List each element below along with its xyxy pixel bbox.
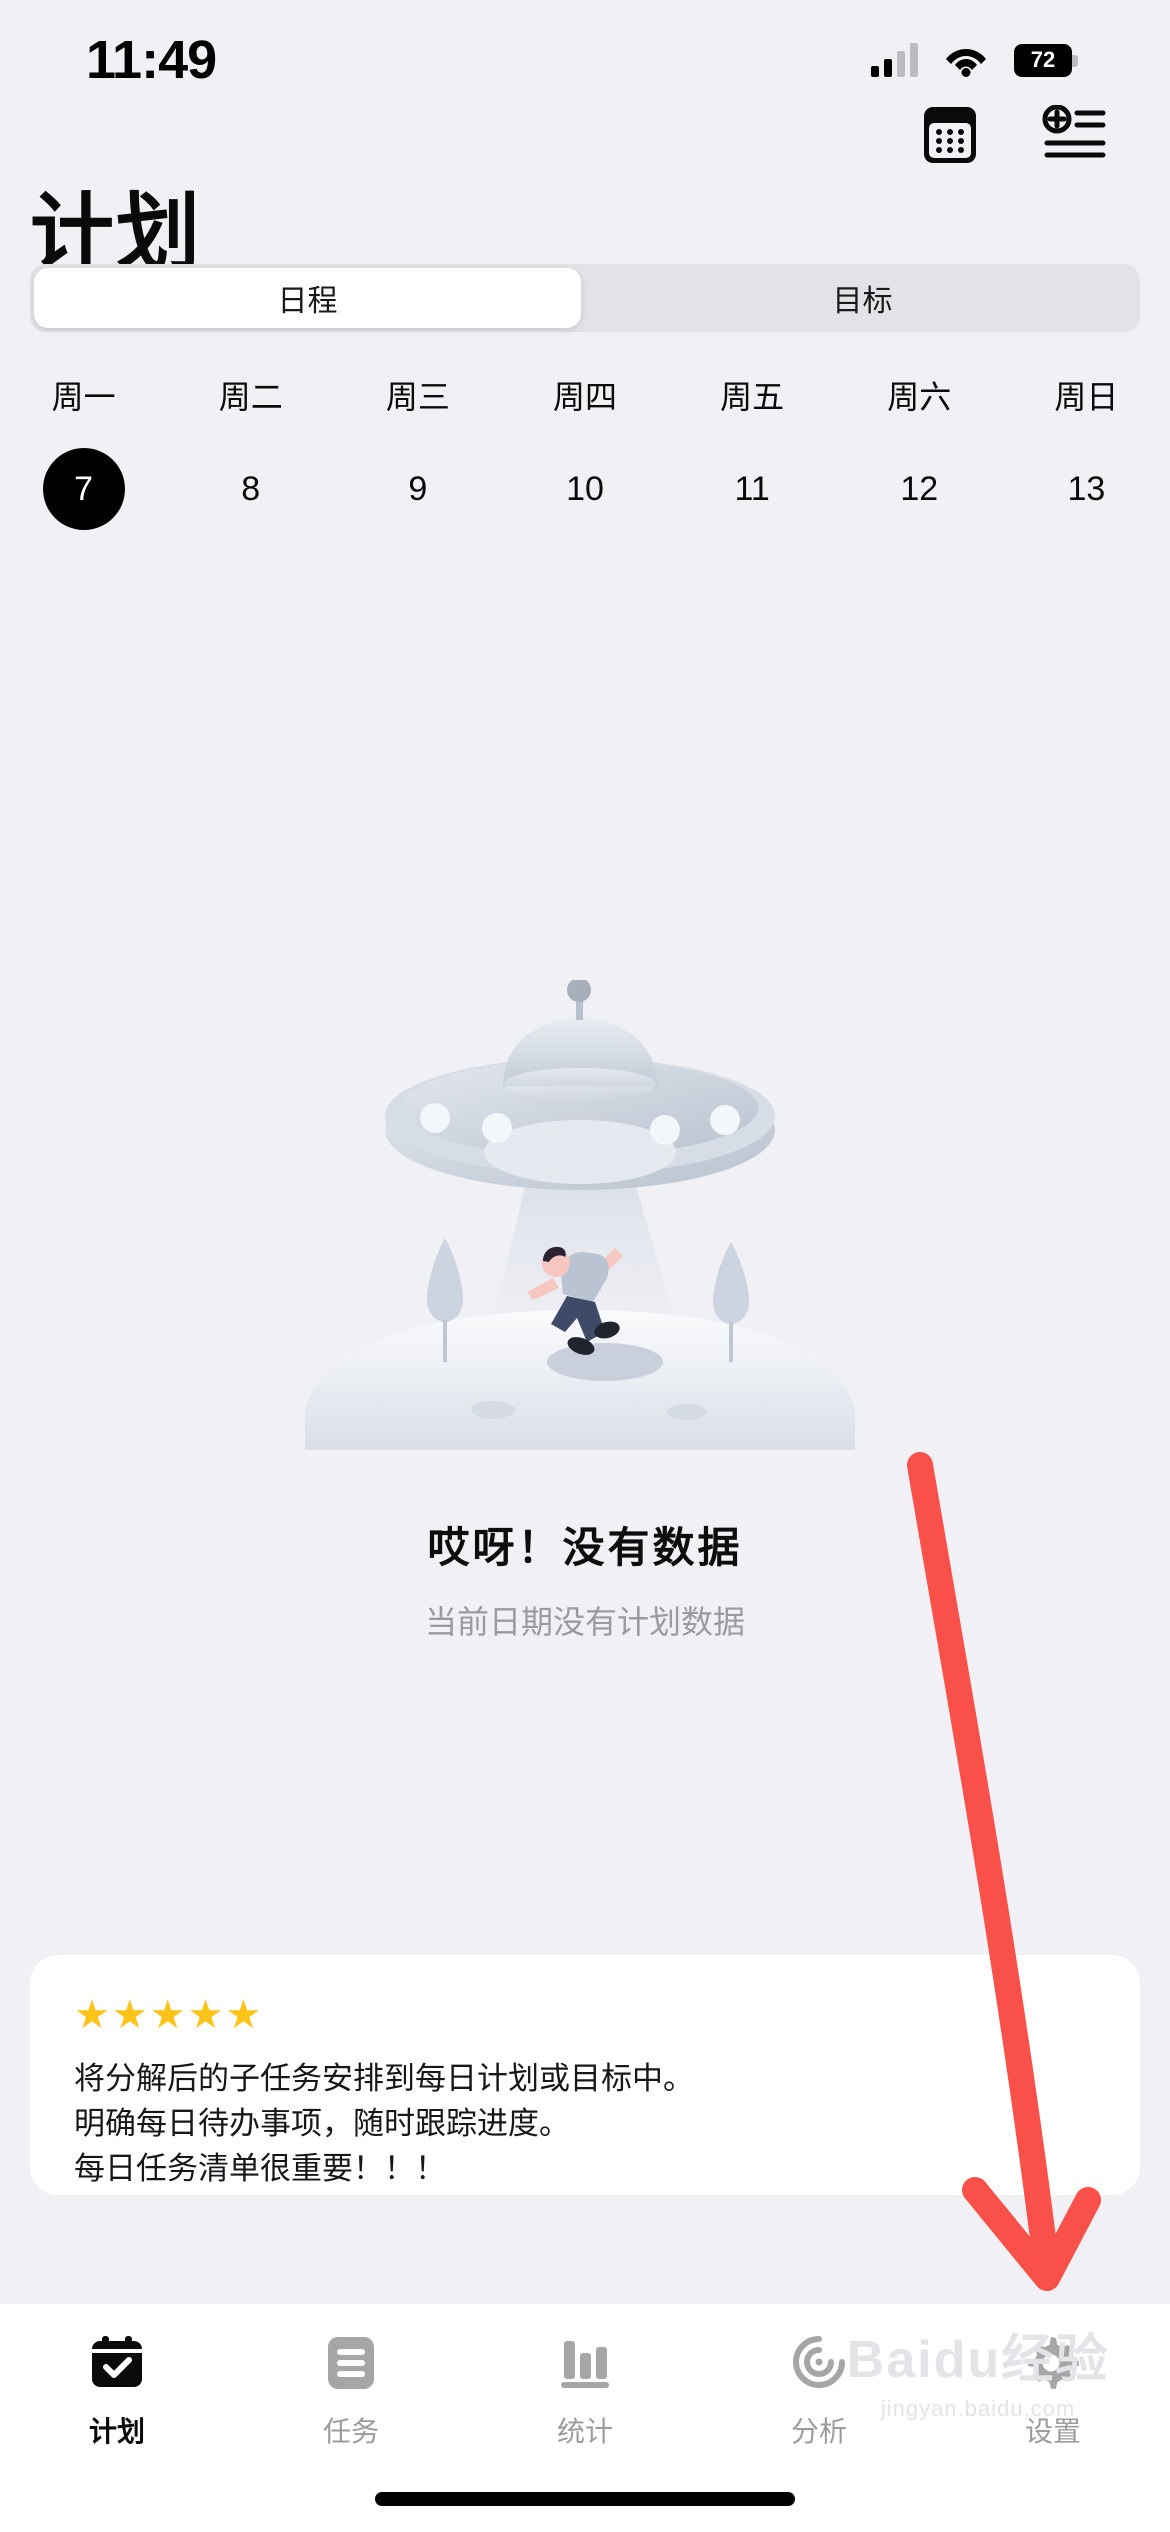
day-name: 周五 <box>720 379 785 415</box>
bar-chart-icon <box>556 2332 614 2394</box>
day-number: 12 <box>900 469 939 508</box>
tab-settings[interactable]: 设置 <box>936 2332 1170 2532</box>
day-cell-sunday[interactable]: 周日 13 <box>1003 372 1170 530</box>
calendar-icon[interactable] <box>916 100 984 168</box>
day-cell-wednesday[interactable]: 周三 9 <box>334 372 501 530</box>
list-document-icon <box>322 2332 380 2394</box>
day-cell-thursday[interactable]: 周四 10 <box>501 372 668 530</box>
day-cell-friday[interactable]: 周五 11 <box>669 372 836 530</box>
tab-label: 分析 <box>790 2416 847 2447</box>
day-name: 周三 <box>385 379 450 415</box>
day-number: 9 <box>408 469 428 508</box>
add-list-icon[interactable] <box>1040 100 1108 168</box>
empty-state-subtitle: 当前日期没有计划数据 <box>424 1604 745 1640</box>
day-cell-monday[interactable]: 周一 7 <box>0 372 167 530</box>
star-icon: ★ <box>187 1993 224 2037</box>
day-number: 10 <box>566 469 604 508</box>
star-icon: ★ <box>74 1993 110 2037</box>
star-icon: ★ <box>225 1993 262 2037</box>
ufo-abduction-illustration <box>275 980 895 1540</box>
tab-label: 计划 <box>88 2416 145 2447</box>
cellular-signal-icon <box>871 43 918 77</box>
day-name: 周日 <box>1054 379 1119 415</box>
header-actions <box>916 100 1108 168</box>
tip-line: 明确每日待办事项，随时跟踪进度。 <box>74 2105 570 2141</box>
battery-percent: 72 <box>1030 47 1056 72</box>
day-number: 11 <box>734 469 770 508</box>
status-time: 11:49 <box>86 30 217 90</box>
star-icon: ★ <box>149 1993 186 2037</box>
day-cell-saturday[interactable]: 周六 12 <box>836 372 1003 530</box>
tab-plan[interactable]: 计划 <box>0 2332 234 2532</box>
tip-line: 将分解后的子任务安排到每日计划或目标中。 <box>74 2061 694 2096</box>
rating-stars: ★ ★ ★ ★ ★ <box>74 1995 1096 2035</box>
day-name: 周四 <box>552 379 617 415</box>
calendar-check-icon <box>87 2332 147 2394</box>
day-name: 周六 <box>887 379 952 415</box>
tip-card: ★ ★ ★ ★ ★ 将分解后的子任务安排到每日计划或目标中。 明确每日待办事项，… <box>30 1955 1140 2195</box>
spiral-radar-icon <box>790 2332 848 2394</box>
star-icon: ★ <box>111 1993 148 2037</box>
gear-icon <box>1023 2332 1083 2394</box>
battery-icon: 72 <box>1014 43 1078 77</box>
tab-schedule[interactable]: 日程 <box>34 268 581 328</box>
day-number: 7 <box>74 469 94 508</box>
tab-goals[interactable]: 目标 <box>589 268 1136 328</box>
day-cell-tuesday[interactable]: 周二 8 <box>167 372 334 530</box>
tab-label: 统计 <box>556 2416 613 2447</box>
day-number: 8 <box>241 469 261 508</box>
tab-label: 任务 <box>322 2416 379 2447</box>
day-number: 13 <box>1067 469 1106 508</box>
home-indicator <box>375 2492 795 2506</box>
wifi-icon <box>944 43 988 77</box>
empty-state: 哎呀！没有数据 当前日期没有计划数据 <box>0 980 1170 1643</box>
tip-line: 每日任务清单很重要！！！ <box>74 2150 446 2186</box>
status-indicators: 72 <box>871 43 1078 77</box>
tab-label: 设置 <box>1024 2416 1081 2447</box>
app-screen: 11:49 72 计划 日程 目标 周一 7 周二 8 周三 9 周四 10 周… <box>0 0 1170 2532</box>
day-name: 周二 <box>218 379 283 415</box>
week-strip: 周一 7 周二 8 周三 9 周四 10 周五 11 周六 12 周日 13 <box>0 372 1170 530</box>
day-name: 周一 <box>51 379 116 415</box>
view-segmented-control[interactable]: 日程 目标 <box>30 264 1140 332</box>
